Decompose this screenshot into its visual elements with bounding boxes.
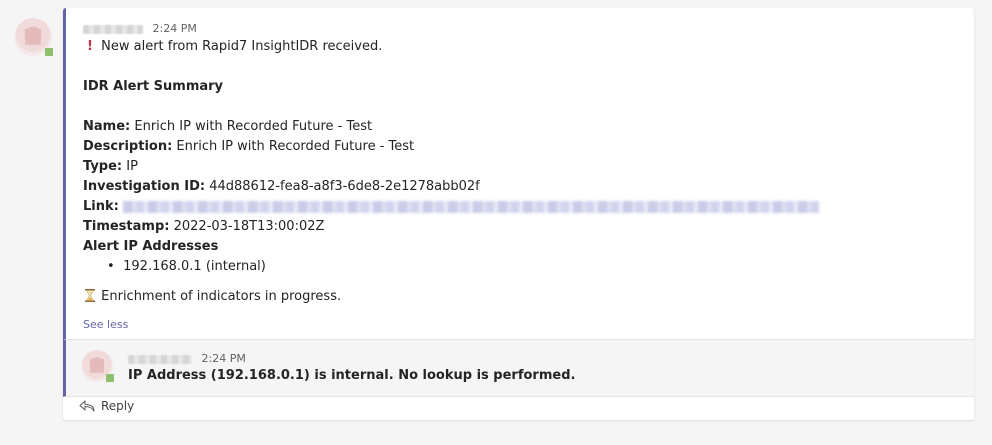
field-name-label: Name:	[83, 119, 131, 134]
ip-address-item: 192.168.0.1 (internal)	[123, 259, 266, 274]
field-timestamp-value: 2022-03-18T13:00:02Z	[173, 219, 325, 234]
field-investigation-label: Investigation ID:	[83, 179, 206, 194]
enrichment-line: Enrichment of indicators in progress.	[83, 287, 341, 307]
alert-intro-text: New alert from Rapid7 InsightIDR receive…	[101, 39, 383, 54]
reply-avatar-image	[90, 359, 104, 373]
message-timestamp: 2:24 PM	[152, 22, 197, 35]
hourglass-icon	[83, 287, 97, 307]
field-description-value: Enrich IP with Recorded Future - Test	[176, 139, 415, 154]
see-less-link[interactable]: See less	[83, 318, 128, 331]
field-link: Link:	[83, 197, 819, 217]
field-description: Description: Enrich IP with Recorded Fut…	[83, 137, 414, 157]
field-description-label: Description:	[83, 139, 173, 154]
field-timestamp-label: Timestamp:	[83, 219, 170, 234]
summary-title-text: IDR Alert Summary	[83, 79, 224, 94]
field-name-value: Enrich IP with Recorded Future - Test	[134, 119, 373, 134]
alert-message: 2:24 PM ! New alert from Rapid7 InsightI…	[63, 8, 974, 339]
enrichment-text: Enrichment of indicators in progress.	[101, 289, 342, 304]
sender-avatar[interactable]	[14, 18, 53, 56]
field-link-label: Link:	[83, 199, 119, 214]
field-type: Type: IP	[83, 157, 138, 177]
message-card: 2:24 PM ! New alert from Rapid7 InsightI…	[63, 8, 974, 420]
summary-title: IDR Alert Summary	[83, 77, 223, 97]
reply-message-text: IP Address (192.168.0.1) is internal. No…	[128, 368, 576, 383]
teams-chat-thread: 2:24 PM ! New alert from Rapid7 InsightI…	[0, 0, 992, 445]
field-timestamp: Timestamp: 2022-03-18T13:00:02Z	[83, 217, 324, 237]
presence-indicator	[45, 48, 53, 56]
reply-presence-indicator	[106, 374, 114, 382]
reply-timestamp: 2:24 PM	[201, 352, 246, 365]
field-investigation-value: 44d88612-fea8-a8f3-6de8-2e1278abb02f	[209, 179, 480, 194]
avatar-image	[25, 29, 41, 45]
reply-header: 2:24 PM	[128, 352, 246, 365]
field-ip-addresses-label: Alert IP Addresses	[83, 239, 219, 254]
field-type-label: Type:	[83, 159, 123, 174]
field-ip-addresses: Alert IP Addresses	[83, 237, 218, 257]
reply-arrow-icon	[79, 400, 95, 412]
list-item: 192.168.0.1 (internal)	[83, 257, 266, 277]
reply-sender-name-redacted	[128, 354, 192, 364]
reply-sender-avatar[interactable]	[81, 350, 114, 382]
reply-button-label: Reply	[101, 399, 135, 413]
field-name: Name: Enrich IP with Recorded Future - T…	[83, 117, 372, 137]
message-header: 2:24 PM	[83, 22, 197, 35]
reply-bar: Reply	[63, 397, 974, 420]
field-type-value: IP	[126, 159, 138, 174]
reply-button[interactable]: Reply	[79, 399, 134, 413]
alert-intro-line: ! New alert from Rapid7 InsightIDR recei…	[83, 37, 382, 57]
field-investigation-id: Investigation ID: 44d88612-fea8-a8f3-6de…	[83, 177, 480, 197]
sender-name-redacted	[83, 24, 143, 34]
exclamation-icon: !	[87, 39, 93, 54]
investigation-link-redacted[interactable]	[122, 200, 819, 213]
